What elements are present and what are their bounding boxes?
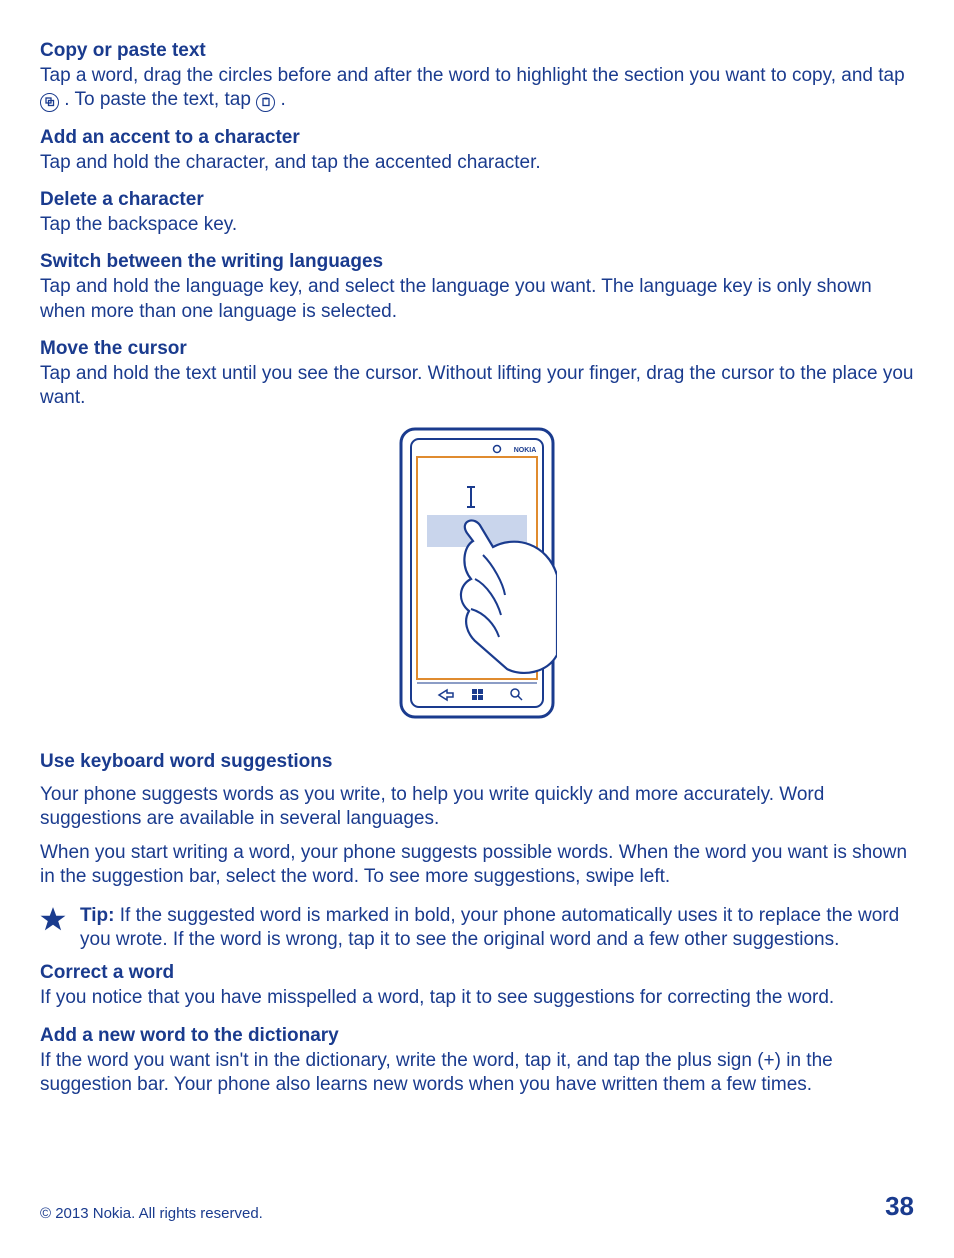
section-accent: Add an accent to a character Tap and hol… (40, 127, 914, 175)
tip-body: If the suggested word is marked in bold,… (80, 905, 899, 950)
tip-label: Tip: (80, 905, 120, 926)
section-move-cursor: Move the cursor Tap and hold the text un… (40, 338, 914, 411)
page-number: 38 (885, 1191, 914, 1222)
p-correct: If you notice that you have misspelled a… (40, 986, 914, 1010)
copy-icon (40, 93, 59, 112)
heading-switch-lang: Switch between the writing languages (40, 251, 914, 273)
heading-correct: Correct a word (40, 962, 914, 984)
phone-brand-label: NOKIA (514, 447, 537, 454)
section-suggestions: Use keyboard word suggestions Your phone… (40, 751, 914, 890)
text-fragment: . To paste the text, tap (64, 89, 256, 110)
p-move-cursor: Tap and hold the text until you see the … (40, 362, 914, 411)
p-suggestions-2: When you start writing a word, your phon… (40, 841, 914, 890)
copyright: © 2013 Nokia. All rights reserved. (40, 1205, 263, 1222)
section-add-word: Add a new word to the dictionary If the … (40, 1025, 914, 1098)
tip-text: Tip: If the suggested word is marked in … (80, 904, 914, 953)
tip-star-icon (40, 906, 66, 938)
p-switch-lang: Tap and hold the language key, and selec… (40, 275, 914, 324)
section-correct: Correct a word If you notice that you ha… (40, 962, 914, 1010)
section-copy-paste: Copy or paste text Tap a word, drag the … (40, 40, 914, 113)
p-accent: Tap and hold the character, and tap the … (40, 151, 914, 175)
heading-copy-paste: Copy or paste text (40, 40, 914, 62)
tip-row: Tip: If the suggested word is marked in … (40, 904, 914, 955)
heading-move-cursor: Move the cursor (40, 338, 914, 360)
p-copy-paste: Tap a word, drag the circles before and … (40, 64, 914, 113)
phone-illustration: NOKIA (40, 425, 914, 727)
paste-icon (256, 93, 275, 112)
section-switch-lang: Switch between the writing languages Tap… (40, 251, 914, 324)
heading-add-word: Add a new word to the dictionary (40, 1025, 914, 1047)
section-delete: Delete a character Tap the backspace key… (40, 189, 914, 237)
text-fragment: Tap a word, drag the circles before and … (40, 65, 905, 86)
heading-accent: Add an accent to a character (40, 127, 914, 149)
footer: © 2013 Nokia. All rights reserved. 38 (40, 1191, 914, 1222)
heading-delete: Delete a character (40, 189, 914, 211)
heading-suggestions: Use keyboard word suggestions (40, 751, 914, 773)
p-add-word: If the word you want isn't in the dictio… (40, 1049, 914, 1098)
p-delete: Tap the backspace key. (40, 213, 914, 237)
text-fragment: . (280, 89, 285, 110)
p-suggestions-1: Your phone suggests words as you write, … (40, 783, 914, 832)
